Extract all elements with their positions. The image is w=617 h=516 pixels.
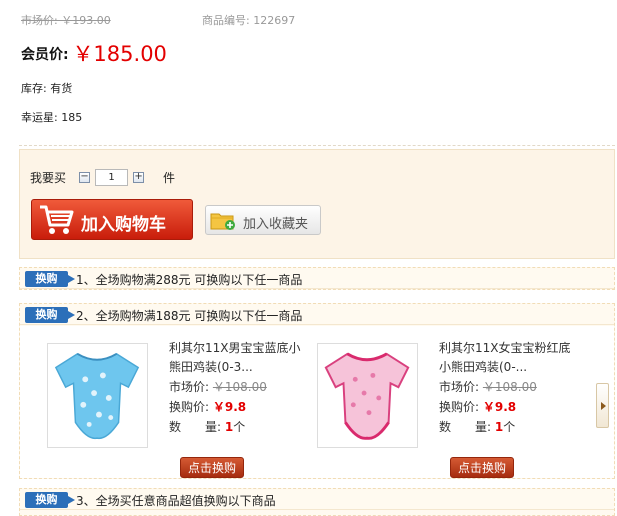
promotion-products: 利其尔11X男宝宝蓝底小熊田鸡装(0-3... 市场价: ￥108.00 换购价…: [20, 326, 614, 478]
product-info: 利其尔11X男宝宝蓝底小熊田鸡装(0-3... 市场价: ￥108.00 换购价…: [169, 339, 309, 437]
member-price-label: 会员价:: [21, 47, 69, 63]
market-price-line: 市场价: ￥108.00: [439, 377, 579, 397]
stock-status: 库存: 有货: [21, 82, 73, 95]
quantity-value: 1: [224, 420, 234, 434]
market-price-value: ￥108.00: [482, 380, 537, 394]
purchase-box: 我要买 − 1 + 件 加入购物车 加入收藏夹: [19, 149, 615, 259]
promotion-header[interactable]: 换购 3、全场买任意商品超值换购以下商品: [20, 489, 614, 510]
market-price-label: 市场价:: [439, 380, 480, 394]
promotion-title: 3、全场买任意商品超值换购以下商品: [76, 494, 276, 508]
add-to-favorites-button[interactable]: 加入收藏夹: [205, 205, 321, 235]
quantity-line: 数 量: 1个: [439, 417, 579, 437]
product-image[interactable]: [317, 343, 418, 448]
swap-price-value: ￥9.8: [482, 400, 517, 414]
product-card: 利其尔11X女宝宝粉红底小熊田鸡装(0-... 市场价: ￥108.00 换购价…: [312, 339, 582, 478]
lucky-star: 幸运星: 185: [21, 111, 83, 124]
product-image[interactable]: [47, 343, 148, 448]
product-info: 利其尔11X女宝宝粉红底小熊田鸡装(0-... 市场价: ￥108.00 换购价…: [439, 339, 579, 437]
add-to-cart-label: 加入购物车: [81, 215, 166, 235]
promotion-2: 换购 2、全场购物满188元 可换购以下任一商品 利其尔11X男宝宝蓝底小熊田鸡…: [19, 303, 615, 479]
swap-price-value: ￥9.8: [212, 400, 247, 414]
increase-quantity-button[interactable]: +: [133, 171, 145, 183]
quantity-line: 数 量: 1个: [169, 417, 309, 437]
baby-romper-blue-icon: [54, 352, 140, 440]
product-name[interactable]: 利其尔11X女宝宝粉红底小熊田鸡装(0-...: [439, 339, 579, 377]
quantity-unit: 个: [233, 420, 246, 434]
baby-romper-pink-icon: [324, 352, 410, 440]
swap-tag: 换购: [25, 492, 75, 508]
market-price: 市场价: ￥193.00: [21, 14, 111, 27]
want-label: 我要买: [30, 170, 67, 185]
swap-tag: 换购: [25, 307, 75, 323]
quantity-input[interactable]: 1: [95, 168, 129, 186]
add-to-favorites-label: 加入收藏夹: [243, 217, 309, 232]
member-price-value: ￥185.00: [72, 42, 167, 66]
swap-button[interactable]: 点击换购: [180, 457, 244, 478]
promotion-header[interactable]: 换购 1、全场购物满288元 可换购以下任一商品: [20, 268, 614, 289]
market-price-label: 市场价:: [169, 380, 210, 394]
add-to-cart-button[interactable]: 加入购物车: [31, 199, 193, 240]
market-price-line: 市场价: ￥108.00: [169, 377, 309, 397]
promotion-title: 2、全场购物满188元 可换购以下任一商品: [76, 309, 303, 323]
product-card: 利其尔11X男宝宝蓝底小熊田鸡装(0-3... 市场价: ￥108.00 换购价…: [42, 339, 312, 478]
quantity-unit: 件: [163, 170, 176, 185]
quantity-value: 1: [494, 420, 504, 434]
folder-add-icon: [210, 213, 235, 230]
divider: [19, 145, 615, 146]
swap-price-line: 换购价: ￥9.8: [439, 397, 579, 417]
promotion-title: 1、全场购物满288元 可换购以下任一商品: [76, 273, 303, 287]
swap-price-label: 换购价:: [439, 400, 480, 414]
product-sku: 商品编号: 122697: [202, 14, 296, 27]
decrease-quantity-button[interactable]: −: [79, 171, 91, 183]
shopping-cart-icon: [40, 205, 74, 234]
promotion-1: 换购 1、全场购物满288元 可换购以下任一商品: [19, 267, 615, 290]
quantity-row: 我要买 − 1 + 件: [30, 167, 175, 187]
price-info-row: 市场价: ￥193.00 商品编号: 122697: [21, 12, 295, 28]
member-price-row: 会员价: ￥185.00: [21, 36, 167, 66]
swap-price-line: 换购价: ￥9.8: [169, 397, 309, 417]
swap-button[interactable]: 点击换购: [450, 457, 514, 478]
swap-tag: 换购: [25, 271, 75, 287]
product-name[interactable]: 利其尔11X男宝宝蓝底小熊田鸡装(0-3...: [169, 339, 309, 377]
next-products-arrow-icon[interactable]: [596, 383, 609, 428]
swap-price-label: 换购价:: [169, 400, 210, 414]
promotion-3: 换购 3、全场买任意商品超值换购以下商品: [19, 488, 615, 516]
quantity-label: 数 量:: [169, 420, 222, 434]
market-price-value: ￥108.00: [212, 380, 267, 394]
promotion-header[interactable]: 换购 2、全场购物满188元 可换购以下任一商品: [20, 304, 614, 325]
quantity-unit: 个: [503, 420, 516, 434]
quantity-label: 数 量:: [439, 420, 492, 434]
